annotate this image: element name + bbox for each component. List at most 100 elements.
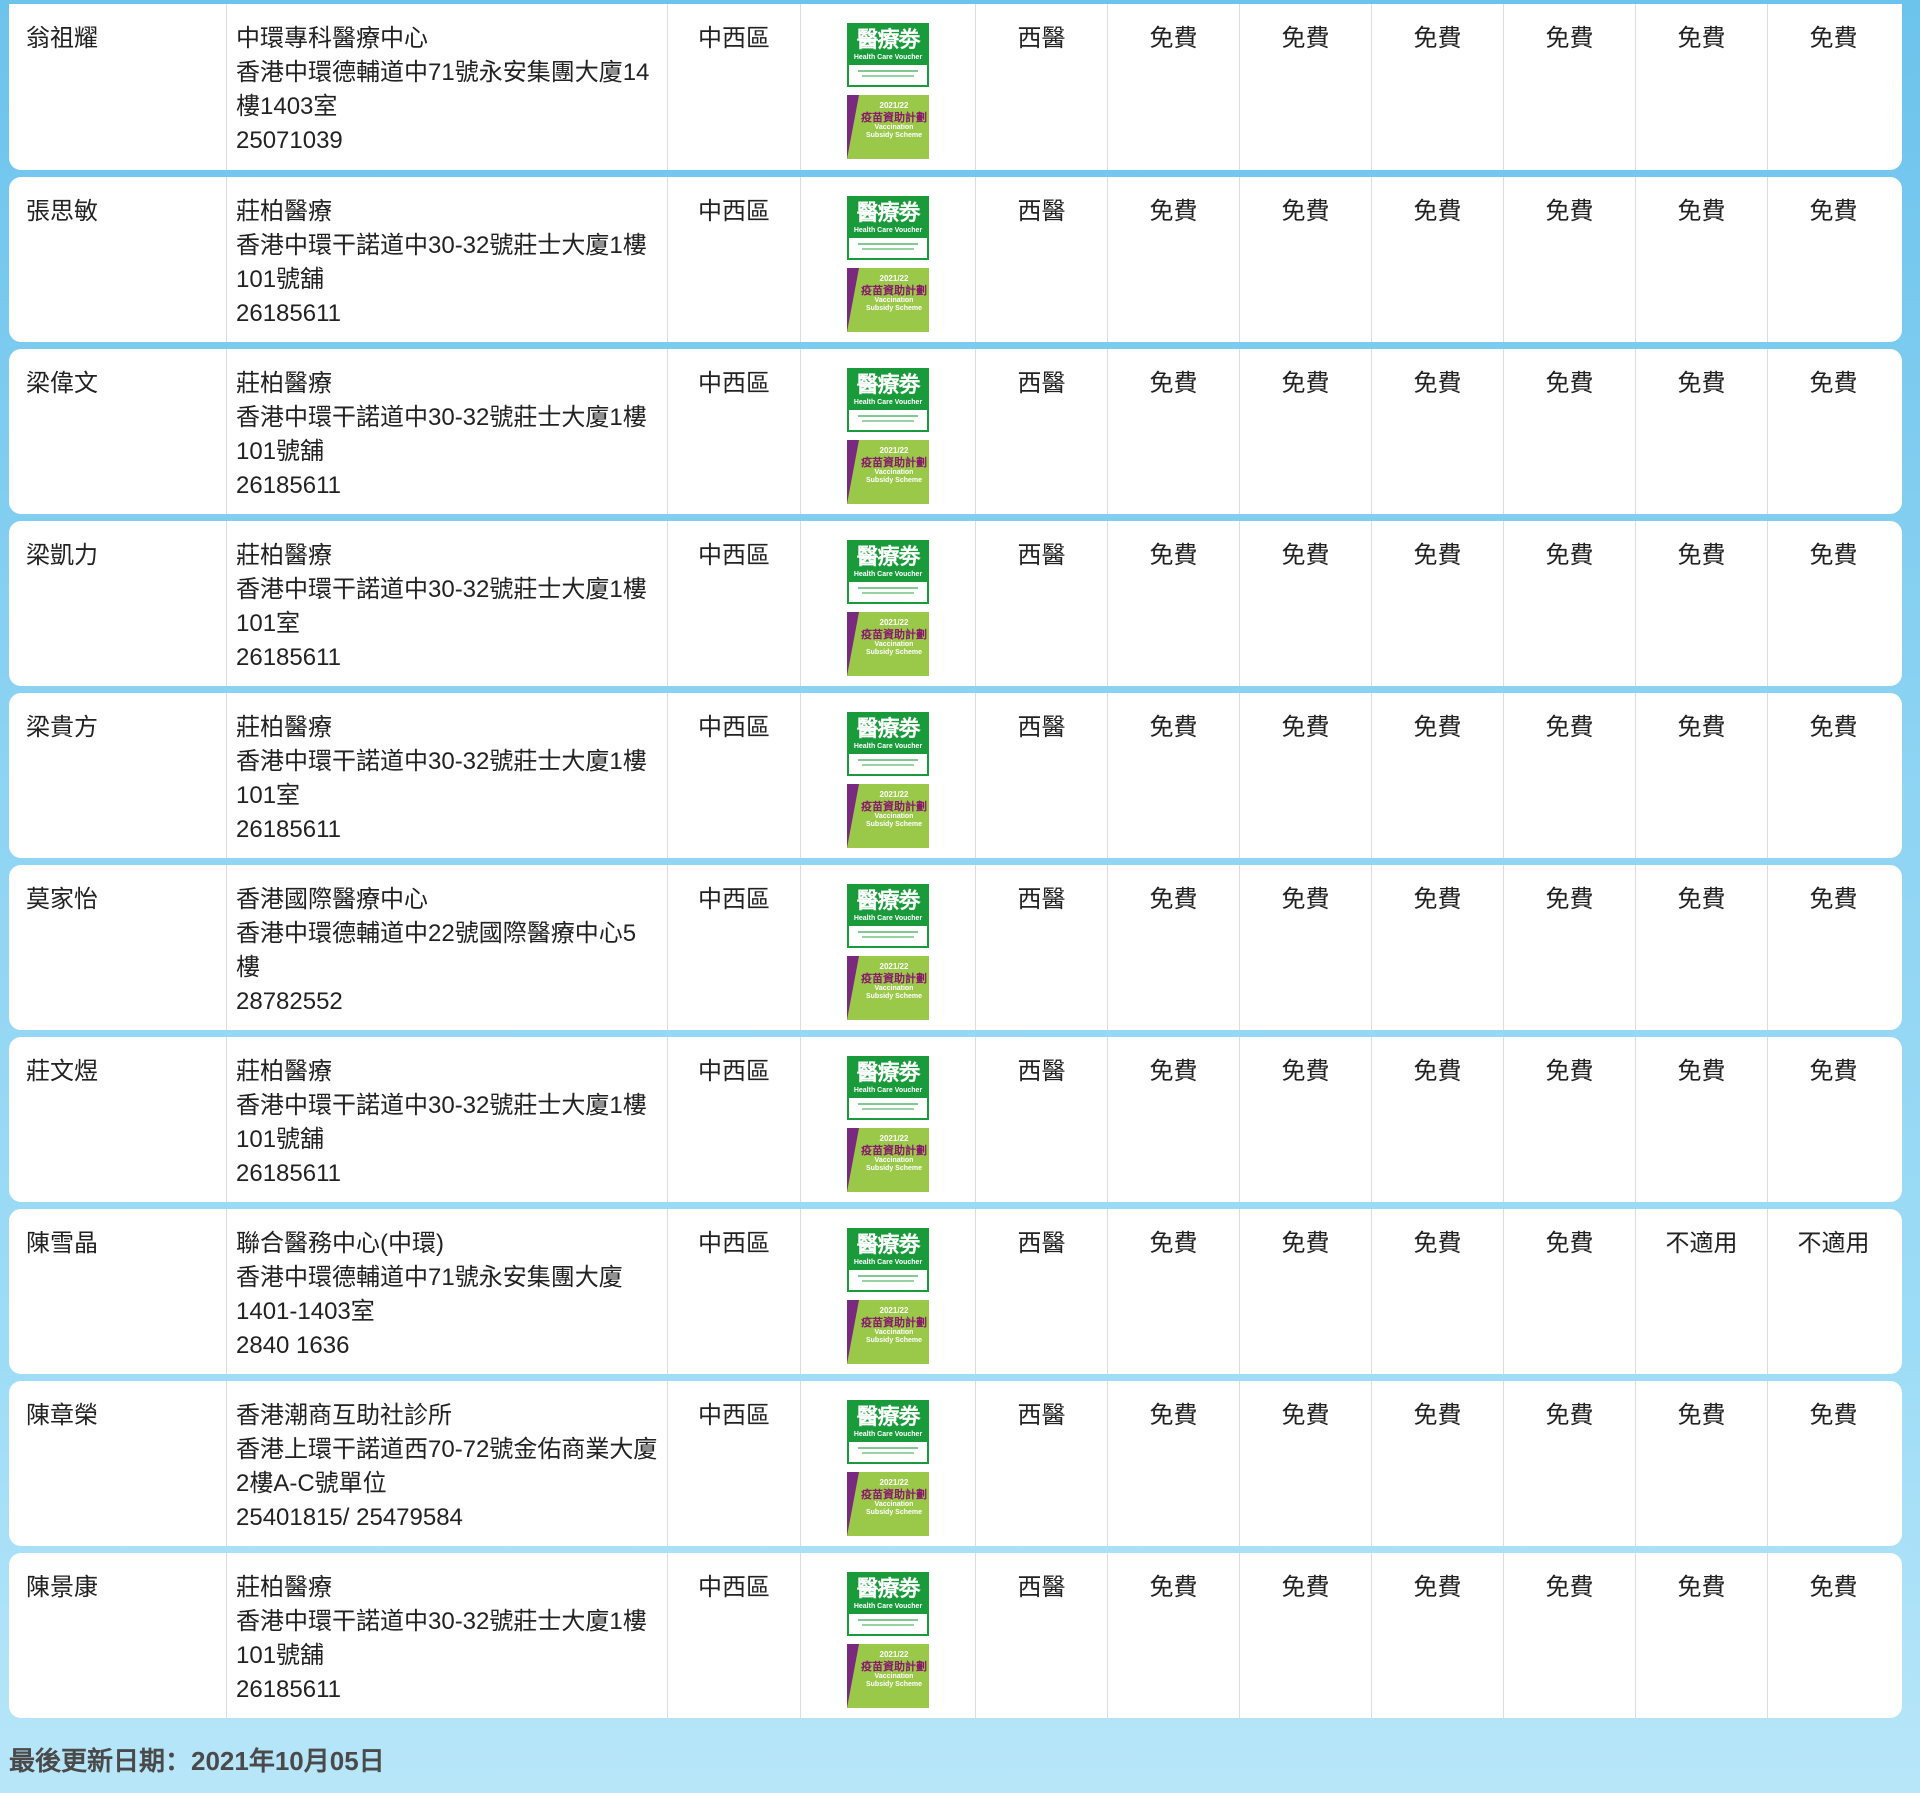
vss-logo-en1: Vaccination [874,124,914,131]
vss-logo-year: 2021/22 [879,1650,909,1659]
table-row: 梁貴方 莊柏醫療 香港中環干諾道中30-32號莊士大廈1樓 101室 26185… [9,693,1902,858]
fee-cell: 免費 [1240,1037,1372,1202]
fee-cell: 免費 [1504,521,1636,686]
vss-logo-en1: Vaccination [874,1329,914,1336]
clinic-name: 莊柏醫療 [236,198,332,225]
clinic-info: 莊柏醫療 香港中環干諾道中30-32號莊士大廈1樓 101號舖 26185611 [227,1553,668,1718]
fee-cell: 免費 [1372,349,1504,514]
clinic-phone: 28782552 [236,988,343,1015]
fee-cell: 免費 [1372,1381,1504,1546]
hcv-logo-title: 醫療劵 [856,1232,920,1258]
fee-cell: 免費 [1108,349,1240,514]
clinic-info: 莊柏醫療 香港中環干諾道中30-32號莊士大廈1樓 101號舖 26185611 [227,177,668,342]
clinic-address-line1: 香港中環德輔道中71號永安集團大廈 [236,1264,623,1291]
clinic-address-line2: 101號舖 [236,1642,325,1669]
fee-cell: 免費 [1108,1553,1240,1718]
doctor-name: 陳雪晶 [9,1209,227,1374]
doctor-type: 西醫 [976,693,1108,858]
district: 中西區 [668,1553,801,1718]
district: 中西區 [668,521,801,686]
scheme-badges: 醫療劵 Health Care Voucher 2021/22 疫苗資助計劃 V… [801,1037,976,1202]
fee-cell: 免費 [1240,865,1372,1030]
hcv-logo-title: 醫療劵 [856,1576,920,1602]
clinic-name: 莊柏醫療 [236,714,332,741]
clinic-address-line1: 香港上環干諾道西70-72號金佑商業大廈 [236,1436,658,1463]
vss-logo-title: 疫苗資助計劃 [861,1144,927,1157]
vss-logo-title: 疫苗資助計劃 [861,800,927,813]
scheme-badges: 醫療劵 Health Care Voucher 2021/22 疫苗資助計劃 V… [801,177,976,342]
clinic-address-line1: 香港中環干諾道中30-32號莊士大廈1樓 [236,232,647,259]
vss-logo-en1: Vaccination [874,1673,914,1680]
fee-cell: 免費 [1108,521,1240,686]
fee-cell: 免費 [1809,1402,1858,1429]
clinic-name: 中環專科醫療中心 [236,25,428,52]
health-care-voucher-logo: 醫療劵 Health Care Voucher [847,368,929,432]
scheme-badges: 醫療劵 Health Care Voucher 2021/22 疫苗資助計劃 V… [801,865,976,1030]
table-row: 莊文煜 莊柏醫療 香港中環干諾道中30-32號莊士大廈1樓 101號舖 2618… [9,1037,1902,1202]
district: 中西區 [668,1037,801,1202]
doctor-type: 西醫 [976,349,1108,514]
clinic-phone: 26185611 [236,472,341,499]
fee-cell: 免費 [1504,693,1636,858]
health-care-voucher-logo: 醫療劵 Health Care Voucher [847,1056,929,1120]
hcv-logo-title: 醫療劵 [856,27,920,53]
fee-cell: 免費 [1636,177,1768,342]
fee-cell: 免費 [1240,349,1372,514]
table-row: 陳雪晶 聯合醫務中心(中環) 香港中環德輔道中71號永安集團大廈 1401-14… [9,1209,1902,1374]
vaccination-subsidy-scheme-logo: 2021/22 疫苗資助計劃 Vaccination Subsidy Schem… [847,1300,929,1364]
fee-cell: 不適用 [1797,1230,1870,1257]
clinic-address-line2: 樓 [236,954,260,981]
vaccination-subsidy-scheme-logo: 2021/22 疫苗資助計劃 Vaccination Subsidy Schem… [847,95,929,159]
clinic-address-line2: 2樓A-C號單位 [236,1470,387,1497]
vss-logo-en2: Subsidy Scheme [865,821,923,828]
clinic-name: 莊柏醫療 [236,1058,332,1085]
health-care-voucher-logo: 醫療劵 Health Care Voucher [847,884,929,948]
vss-logo-en2: Subsidy Scheme [865,305,923,312]
clinic-address-line1: 香港中環干諾道中30-32號莊士大廈1樓 [236,1608,647,1635]
clinic-phone: 26185611 [236,300,341,327]
doctor-name: 莫家怡 [9,865,227,1030]
fee-cell: 免費 [1809,542,1858,569]
vss-logo-year: 2021/22 [879,1478,909,1487]
fee-cell: 免費 [1240,1553,1372,1718]
fee-cell: 免費 [1372,4,1504,170]
doctor-type: 西醫 [976,865,1108,1030]
clinic-name: 莊柏醫療 [236,370,332,397]
vaccination-subsidy-scheme-logo: 2021/22 疫苗資助計劃 Vaccination Subsidy Schem… [847,268,929,332]
vaccination-subsidy-scheme-logo: 2021/22 疫苗資助計劃 Vaccination Subsidy Schem… [847,1128,929,1192]
health-care-voucher-logo: 醫療劵 Health Care Voucher [847,712,929,776]
hcv-logo-title: 醫療劵 [856,888,920,914]
clinic-name: 莊柏醫療 [236,1574,332,1601]
table-row: 陳章榮 香港潮商互助社診所 香港上環干諾道西70-72號金佑商業大廈 2樓A-C… [9,1381,1902,1546]
district: 中西區 [668,349,801,514]
fee-cell: 免費 [1372,693,1504,858]
table-row: 陳景康 莊柏醫療 香港中環干諾道中30-32號莊士大廈1樓 101號舖 2618… [9,1553,1902,1718]
vss-logo-title: 疫苗資助計劃 [861,456,927,469]
doctor-type: 西醫 [976,1209,1108,1374]
vss-logo-en2: Subsidy Scheme [865,477,923,484]
scheme-badges: 醫療劵 Health Care Voucher 2021/22 疫苗資助計劃 V… [801,4,976,170]
vss-logo-title: 疫苗資助計劃 [861,1488,927,1501]
doctor-name: 翁祖耀 [9,4,227,170]
district: 中西區 [668,4,801,170]
clinic-info: 聯合醫務中心(中環) 香港中環德輔道中71號永安集團大廈 1401-1403室 … [227,1209,668,1374]
clinic-phone: 26185611 [236,816,341,843]
fee-cell: 免費 [1240,177,1372,342]
clinic-info: 香港國際醫療中心 香港中環德輔道中22號國際醫療中心5 樓 28782552 [227,865,668,1030]
vaccination-subsidy-scheme-logo: 2021/22 疫苗資助計劃 Vaccination Subsidy Schem… [847,440,929,504]
vss-logo-en1: Vaccination [874,813,914,820]
fee-cell: 免費 [1636,1381,1768,1546]
doctor-type: 西醫 [976,1381,1108,1546]
fee-cell: 免費 [1240,1381,1372,1546]
fee-cell: 免費 [1108,1209,1240,1374]
vss-logo-en2: Subsidy Scheme [865,649,923,656]
fee-cell: 免費 [1636,1037,1768,1202]
fee-cell: 免費 [1504,1037,1636,1202]
fee-cell: 免費 [1240,4,1372,170]
fee-cell: 免費 [1372,1037,1504,1202]
vss-logo-en1: Vaccination [874,985,914,992]
hcv-logo-subtitle: Health Care Voucher [853,1259,923,1266]
fee-cell: 免費 [1809,1574,1858,1601]
vss-logo-year: 2021/22 [879,962,909,971]
clinic-address-line1: 香港中環德輔道中22號國際醫療中心5 [236,920,637,947]
